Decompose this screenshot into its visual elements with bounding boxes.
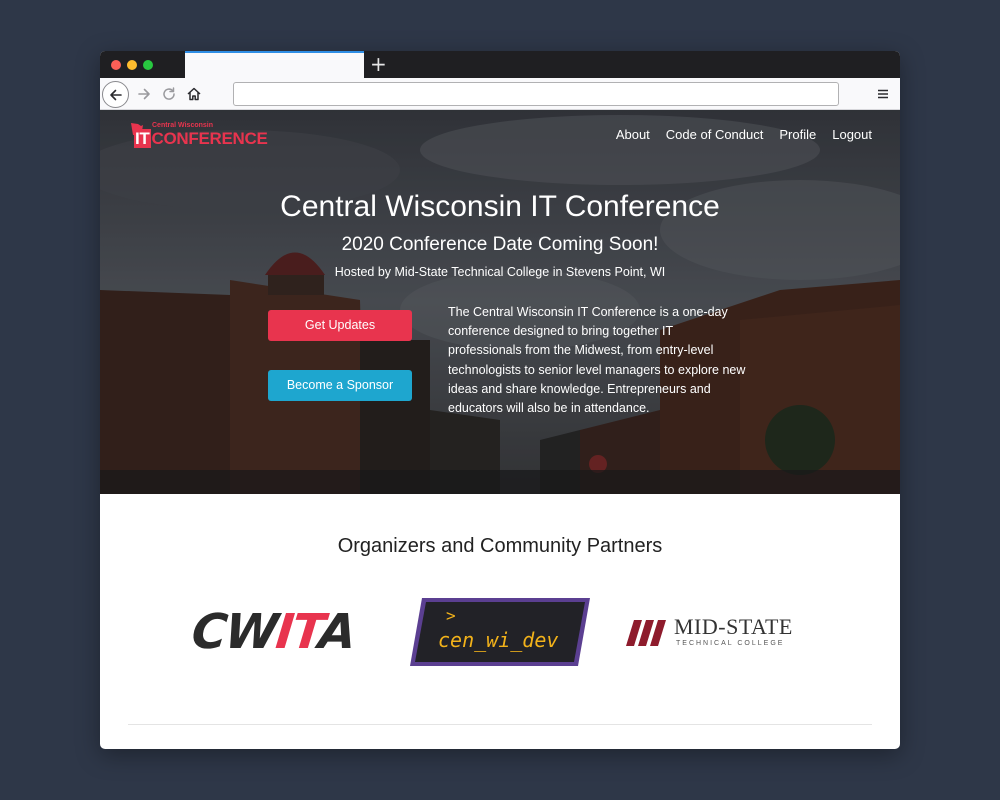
logo-conference: CONFERENCE: [151, 129, 268, 148]
site-logo[interactable]: Central Wisconsin IT CONFERENCE: [130, 122, 268, 148]
menu-button[interactable]: [872, 83, 894, 105]
minimize-window-button[interactable]: [127, 60, 137, 70]
browser-tab-active[interactable]: [185, 51, 364, 78]
close-window-button[interactable]: [111, 60, 121, 70]
mid-state-logo[interactable]: MID-STATE TECHNICAL COLLEGE: [622, 612, 808, 652]
mid-state-mark-icon: [626, 620, 666, 646]
section-divider: [128, 724, 872, 725]
reload-icon: [163, 87, 175, 100]
logo-wordmark: IT CONFERENCE: [134, 129, 268, 148]
browser-window: + Central Wisconsin IT CONFERENCE About …: [100, 51, 900, 749]
hero-darken-overlay: [100, 110, 900, 494]
nav-link-logout[interactable]: Logout: [832, 127, 872, 142]
home-button[interactable]: [183, 83, 205, 105]
cwita-logo-a: A: [316, 604, 358, 660]
cwita-logo-it: IT: [273, 604, 322, 660]
nav-link-profile[interactable]: Profile: [779, 127, 816, 142]
reload-button[interactable]: [158, 83, 180, 105]
logo-subtitle: Central Wisconsin: [152, 122, 214, 129]
hero-description: The Central Wisconsin IT Conference is a…: [448, 305, 746, 416]
maximize-window-button[interactable]: [143, 60, 153, 70]
mid-state-tagline: TECHNICAL COLLEGE: [676, 640, 785, 647]
hero-hosted-by: Hosted by Mid-State Technical College in…: [334, 265, 666, 279]
get-updates-button[interactable]: Get Updates: [268, 310, 412, 341]
forward-arrow-icon: [138, 88, 150, 100]
new-tab-button[interactable]: +: [370, 53, 387, 75]
logo-it: IT: [134, 129, 151, 148]
cwita-logo-cw: CW: [189, 604, 280, 660]
top-navigation: About Code of Conduct Profile Logout: [616, 127, 872, 142]
nav-link-about[interactable]: About: [616, 127, 650, 142]
hero-title: Central Wisconsin IT Conference: [280, 190, 720, 223]
cen-wi-dev-prompt: >: [446, 606, 456, 625]
mid-state-name: MID-STATE: [674, 614, 793, 639]
become-sponsor-button[interactable]: Become a Sponsor: [268, 370, 412, 401]
hero-section: Central Wisconsin IT CONFERENCE About Cod…: [100, 110, 900, 494]
forward-button[interactable]: [133, 83, 155, 105]
hero-subtitle: 2020 Conference Date Coming Soon!: [341, 234, 659, 255]
hamburger-menu-icon: [878, 89, 888, 99]
cwita-logo[interactable]: CWITA: [189, 604, 382, 660]
partners-heading: Organizers and Community Partners: [337, 535, 663, 557]
back-button[interactable]: [102, 81, 129, 108]
back-arrow-icon: [109, 89, 122, 100]
cen-wi-dev-logo[interactable]: > cen_wi_dev: [408, 596, 592, 668]
tab-strip: +: [100, 51, 900, 78]
browser-toolbar: [100, 78, 900, 110]
nav-link-code-of-conduct[interactable]: Code of Conduct: [666, 127, 764, 142]
url-input[interactable]: [233, 82, 839, 106]
home-icon: [187, 87, 201, 101]
cen-wi-dev-text: cen_wi_dev: [438, 628, 559, 652]
